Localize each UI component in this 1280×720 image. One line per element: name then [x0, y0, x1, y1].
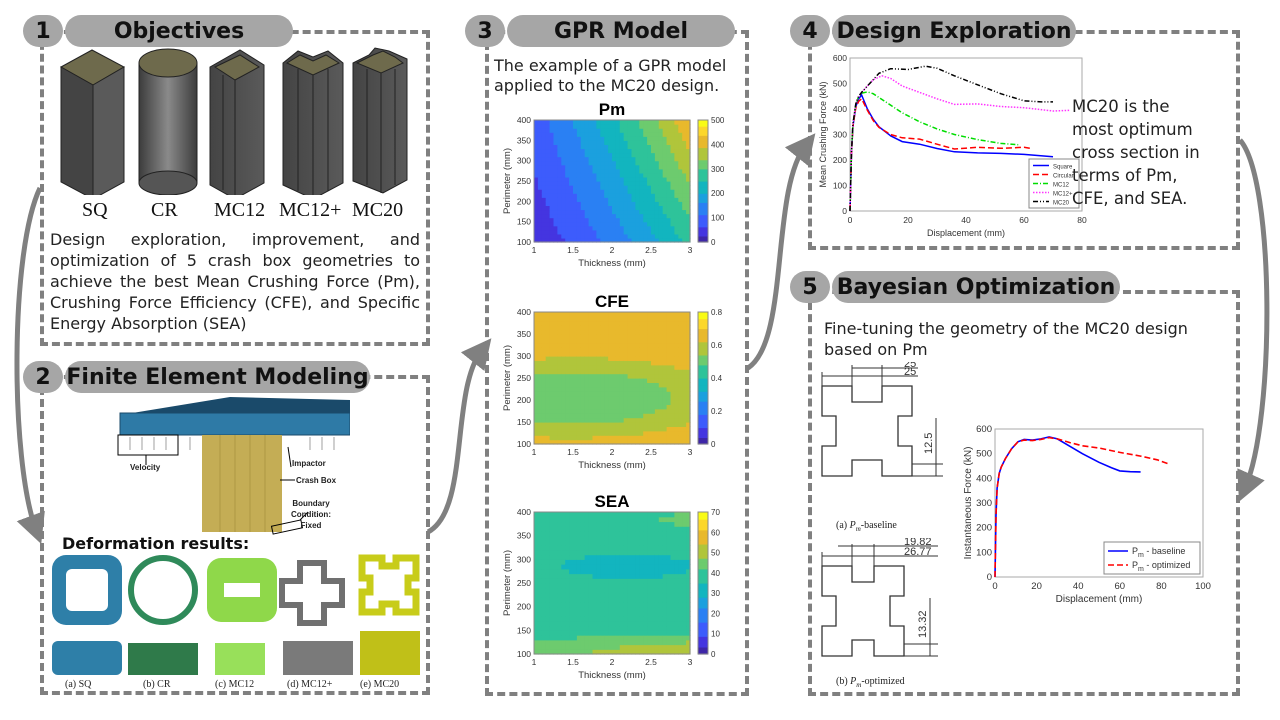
arrow-2-to-3 — [426, 338, 492, 535]
arrow-1-to-2 — [14, 186, 45, 545]
arrow-3-to-4 — [746, 133, 816, 371]
arrow-4-to-5 — [1237, 138, 1270, 502]
flow-arrows — [14, 133, 1270, 545]
